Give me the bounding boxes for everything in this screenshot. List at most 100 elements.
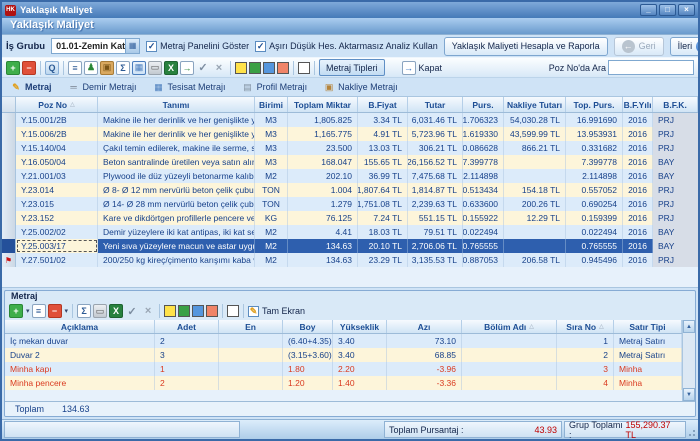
minimize-icon[interactable]: _ [640, 4, 657, 16]
metraj-column-header-5[interactable]: Azı [387, 320, 462, 333]
maximize-icon[interactable]: □ [659, 4, 676, 16]
combo-open-icon[interactable]: ▦ [125, 39, 139, 53]
metraj-swatch-blue-icon[interactable] [192, 305, 204, 317]
metraj-swatch-green-icon[interactable] [178, 305, 190, 317]
cell: Çakıl temin edilerek, makine ile serme, … [98, 141, 255, 155]
metraj-column-header-7[interactable]: Sıra No△ [557, 320, 614, 333]
table-row[interactable]: ⚑Y.27.501/02200/250 kg kireç/çimento kar… [2, 253, 698, 267]
metraj-sigma-icon[interactable]: Σ [77, 304, 91, 318]
table-row[interactable]: Y.23.152Kare ve dikdörtgen profillerle p… [2, 211, 698, 225]
table-row[interactable]: Y.21.001/03Plywood ile düz yüzeyli beton… [2, 169, 698, 183]
geri-button[interactable]: ← Geri [614, 37, 664, 56]
cell: Duvar 2 [5, 348, 155, 362]
table-row[interactable]: Y.25.003/17Yeni sıva yüzeylere macun ve … [2, 239, 698, 253]
swatch-white-icon[interactable] [298, 62, 310, 74]
metraj-column-header-0[interactable]: Açıklama [5, 320, 155, 333]
column-header-0[interactable]: Poz No△ [16, 97, 98, 112]
approve-icon[interactable]: ✓ [196, 61, 210, 75]
metraj-column-header-6[interactable]: Bölüm Adı△ [462, 320, 557, 333]
metraj-excel-icon[interactable]: X [109, 304, 123, 318]
poz-search-input[interactable] [608, 60, 694, 75]
swatch-blue-icon[interactable] [263, 62, 275, 74]
remove-dropdown-icon[interactable]: ▾ [65, 307, 69, 315]
table-row[interactable]: Y.23.015Ø 14- Ø 28 mm nervürlü beton çel… [2, 197, 698, 211]
metraj-copy-icon[interactable]: ≡ [32, 304, 46, 318]
add-dropdown-icon[interactable]: ▾ [26, 307, 30, 315]
table-row[interactable]: Y.15.140/04Çakıl temin edilerek, makine … [2, 141, 698, 155]
swatch-yellow-icon[interactable] [235, 62, 247, 74]
tab-demir-metraji[interactable]: ═ Demir Metrajı [68, 81, 137, 93]
remove-row-icon[interactable]: − [22, 61, 36, 75]
metraj-row[interactable]: Duvar 23(3.15+3.60)3.4068.852Metraj Satı… [5, 348, 682, 362]
metraj-column-header-4[interactable]: Yükseklik [333, 320, 387, 333]
find-icon[interactable]: Q [45, 61, 59, 75]
metraj-panel-checkbox[interactable]: ✓ Metraj Panelini Göster [146, 41, 249, 52]
hesapla-raporla-button[interactable]: Yaklaşık Maliyeti Hesapla ve Raporla [444, 37, 608, 56]
column-header-10[interactable]: B.F.K. [653, 97, 698, 112]
cell: 2.20 [333, 362, 387, 376]
scroll-track[interactable] [683, 333, 695, 388]
sigma-icon[interactable]: Σ [116, 61, 130, 75]
excel-icon[interactable]: X [164, 61, 178, 75]
table-row[interactable]: Y.23.014Ø 8- Ø 12 mm nervürlü beton çeli… [2, 183, 698, 197]
ileri-button[interactable]: İleri → [670, 37, 700, 56]
metraj-column-header-2[interactable]: En [219, 320, 283, 333]
tam-ekran-toggle[interactable]: ✎ Tam Ekran [248, 306, 305, 317]
cell: 2016 [623, 211, 653, 225]
metraj-tabs: ✎ Metraj ═ Demir Metrajı ▦ Tesisat Metra… [2, 78, 698, 97]
swatch-green-icon[interactable] [249, 62, 261, 74]
print-icon[interactable]: ▭ [148, 61, 162, 75]
metraj-column-header-1[interactable]: Adet [155, 320, 219, 333]
column-header-8[interactable]: Top. Purs. [566, 97, 623, 112]
column-header-3[interactable]: Toplam Miktar [288, 97, 358, 112]
metraj-row[interactable]: Minha pencere21.201.40-3.364Minha [5, 376, 682, 390]
add-row-icon[interactable]: + [6, 61, 20, 75]
asiri-dusuk-checkbox[interactable]: ✓ Aşırı Düşük Hes. Aktarmasız Analiz Kul… [255, 41, 438, 52]
table-icon[interactable]: ▦ [132, 61, 146, 75]
metraj-cancel-icon[interactable]: × [141, 304, 155, 318]
package-icon[interactable]: ▣ [100, 61, 114, 75]
column-header-6[interactable]: Purs. [463, 97, 504, 112]
tab-profil-metraji[interactable]: ▤ Profil Metrajı [242, 81, 308, 93]
metraj-approve-icon[interactable]: ✓ [125, 304, 139, 318]
is-grubu-combo[interactable]: 01.01-Zemin Kat ▦ [51, 38, 140, 54]
scroll-down-icon[interactable]: ▼ [683, 388, 695, 401]
kapat-button[interactable]: → Kapat [397, 59, 448, 76]
metraj-tipleri-button[interactable]: Metraj Tipleri [319, 59, 385, 76]
table-row[interactable]: Y.16.050/04Beton santralinde üretilen ve… [2, 155, 698, 169]
metraj-add-icon[interactable]: + [9, 304, 23, 318]
tab-nakliye-metraji[interactable]: ▣ Nakliye Metrajı [323, 81, 398, 93]
table-row[interactable]: Y.25.002/02Demir yüzeylere iki kat antip… [2, 225, 698, 239]
column-header-5[interactable]: Tutar [408, 97, 463, 112]
column-header-1[interactable]: Tanımı [98, 97, 255, 112]
metraj-row[interactable]: İç mekan duvar2(6.40+4.35)3.4073.101Metr… [5, 334, 682, 348]
table-row[interactable]: Y.15.001/2BMakine ile her derinlik ve he… [2, 113, 698, 127]
cell: 43,599.99 TL [504, 127, 566, 141]
column-header-7[interactable]: Nakliye Tutarı [504, 97, 566, 112]
resize-grip[interactable] [688, 421, 696, 438]
preview-icon[interactable]: ≡ [68, 61, 82, 75]
metraj-remove-icon[interactable]: − [48, 304, 62, 318]
metraj-swatch-yellow-icon[interactable] [164, 305, 176, 317]
table-row[interactable]: Y.15.006/2BMakine ile her derinlik ve he… [2, 127, 698, 141]
tab-tesisat-metraji[interactable]: ▦ Tesisat Metrajı [153, 81, 226, 93]
column-header-4[interactable]: B.Fiyat [358, 97, 408, 112]
metraj-swatch-orange-icon[interactable] [206, 305, 218, 317]
metraj-footer: Toplam 134.63 [5, 401, 695, 416]
metraj-row[interactable]: Minha kapı11.802.20-3.963Minha [5, 362, 682, 376]
metraj-scrollbar[interactable]: ▲ ▼ [682, 320, 695, 401]
metraj-column-header-3[interactable]: Boy [283, 320, 333, 333]
swatch-orange-icon[interactable] [277, 62, 289, 74]
cancel-icon[interactable]: × [212, 61, 226, 75]
tab-metraj[interactable]: ✎ Metraj [10, 81, 52, 93]
metraj-print-icon[interactable]: ▭ [93, 304, 107, 318]
metraj-column-header-8[interactable]: Satır Tipi [614, 320, 682, 333]
analysis-icon[interactable]: ♟ [84, 61, 98, 75]
metraj-swatch-white-icon[interactable] [227, 305, 239, 317]
close-icon[interactable]: × [678, 4, 695, 16]
export-icon[interactable]: → [180, 61, 194, 75]
column-header-9[interactable]: B.F.Yılı [623, 97, 653, 112]
column-header-2[interactable]: Birimi [255, 97, 288, 112]
scroll-up-icon[interactable]: ▲ [683, 320, 695, 333]
cell: 2.114898 [566, 169, 623, 183]
